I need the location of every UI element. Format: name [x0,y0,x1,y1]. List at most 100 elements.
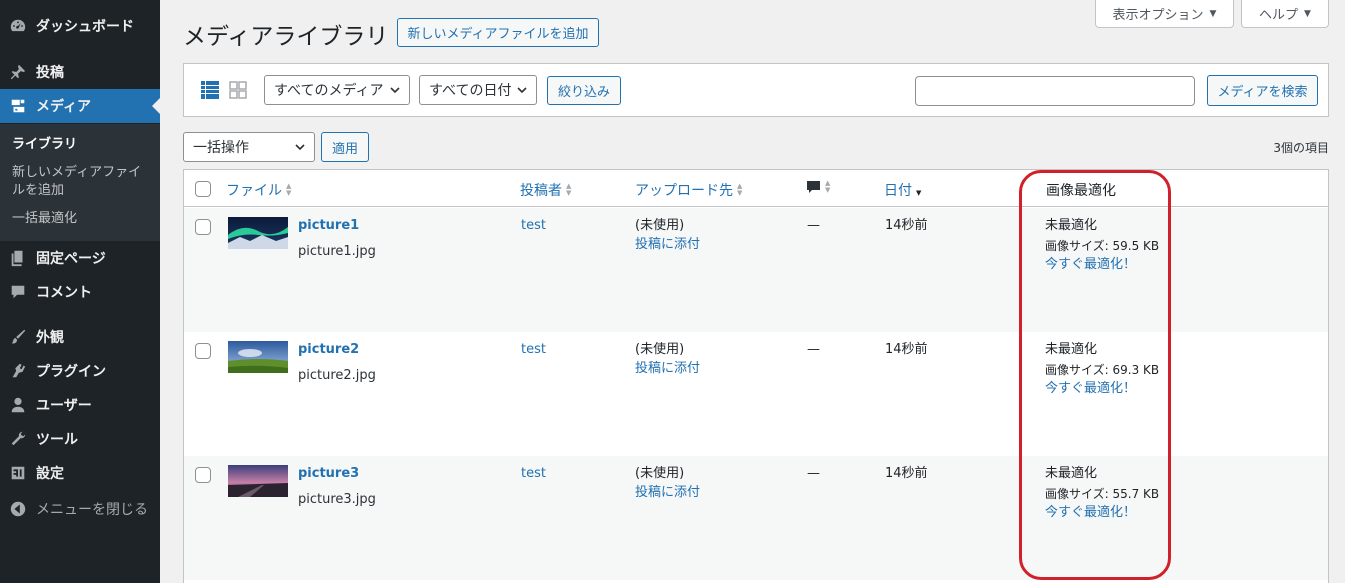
column-file[interactable]: ファイル ▲ ▼ [226,180,291,200]
sidebar-item-dashboard[interactable]: ダッシュボード [0,9,160,43]
media-title-link[interactable]: picture2 [298,340,359,360]
caret-down-icon: ▼ [1304,8,1311,19]
author-link[interactable]: test [521,340,546,360]
pushpin-icon [0,63,36,81]
column-image-optimize: 画像最適化 [1046,180,1116,200]
grid-view-icon[interactable] [229,81,247,99]
media-type-value: すべてのメディア [274,83,384,99]
media-search-input[interactable] [915,76,1195,106]
table-header: ファイル ▲ ▼ 投稿者 ▲ ▼ アップロード先 ▲ ▼ ▲ ▼ 日付 ▲ ▼ 画像最適化 [184,170,1328,207]
submenu-add-new[interactable]: 新しいメディアファイルを追加 [12,164,152,200]
author-link[interactable]: test [521,216,546,236]
author-link[interactable]: test [521,464,546,484]
thumbnail-sunset[interactable] [228,465,288,497]
row-checkbox[interactable] [195,219,211,235]
admin-sidebar: ダッシュボード 投稿 メディア ライブラリ 新しいメディアファイルを追加 一括最… [0,0,160,583]
table-row: picture2 picture2.jpg test (未使用) 投稿に添付 —… [184,332,1328,456]
help-tab[interactable]: ヘルプ ▼ [1241,0,1329,28]
search-media-button[interactable]: メディアを検索 [1207,75,1318,106]
column-file-label: ファイル [226,183,282,199]
image-size: 画像サイズ: 55.7 KB [1045,487,1160,501]
table-row: picture1 picture1.jpg test (未使用) 投稿に添付 —… [184,208,1328,332]
attach-link[interactable]: 投稿に添付 [635,483,700,503]
user-icon [0,396,36,414]
optimize-now-link[interactable]: 今すぐ最適化！ [1045,503,1136,523]
column-optimize-label: 画像最適化 [1046,183,1116,199]
column-date-label: 日付 [884,183,912,199]
media-title-link[interactable]: picture3 [298,464,359,484]
chevron-down-icon [390,87,400,94]
add-new-media-button[interactable]: 新しいメディアファイルを追加 [397,18,599,47]
comment-bubble-icon [807,181,820,193]
collapse-menu-button[interactable]: メニューを閉じる [0,492,160,526]
column-comments[interactable]: ▲ ▼ [806,180,830,194]
page-title: メディアライブラリ [183,24,389,50]
wrench-icon [0,430,36,448]
sidebar-item-posts[interactable]: 投稿 [0,55,160,89]
media-title-link[interactable]: picture1 [298,216,359,236]
list-view-icon[interactable] [201,81,219,99]
sidebar-item-media[interactable]: メディア [0,89,160,123]
submenu-bulk-optimize[interactable]: 一括最適化 [12,210,152,228]
media-icon [0,97,36,115]
comment-count: — [807,466,820,481]
sidebar-item-settings[interactable]: 設定 [0,456,160,490]
sidebar-item-tools[interactable]: ツール [0,422,160,456]
sidebar-item-label: プラグイン [36,364,106,380]
table-row: picture3 picture3.jpg test (未使用) 投稿に添付 —… [184,456,1328,580]
row-checkbox[interactable] [195,343,211,359]
sidebar-item-plugins[interactable]: プラグイン [0,354,160,388]
sort-icon: ▲ ▼ [286,182,292,197]
comment-count: — [807,342,820,357]
pages-icon [0,249,36,267]
media-filename: picture3.jpg [298,492,376,507]
thumbnail-meadow[interactable] [228,341,288,373]
dashboard-icon [0,17,36,35]
upload-date: 14秒前 [885,466,928,481]
submenu-library[interactable]: ライブラリ [12,136,152,154]
sidebar-item-appearance[interactable]: 外観 [0,320,160,354]
sort-icon: ▲ ▼ [566,182,572,197]
help-label: ヘルプ [1259,8,1299,23]
plugin-icon [0,362,36,380]
sidebar-item-label: ユーザー [36,398,92,414]
sidebar-item-pages[interactable]: 固定ページ [0,241,160,275]
upload-date: 14秒前 [885,342,928,357]
media-list-table: ファイル ▲ ▼ 投稿者 ▲ ▼ アップロード先 ▲ ▼ ▲ ▼ 日付 ▲ ▼ 画像最適化 [183,169,1329,583]
select-all-checkbox[interactable] [195,181,211,197]
sidebar-item-users[interactable]: ユーザー [0,388,160,422]
attach-link[interactable]: 投稿に添付 [635,359,700,379]
optimize-status: 未最適化 [1045,218,1098,233]
uploaded-to-status: (未使用) [635,342,685,357]
attach-link[interactable]: 投稿に添付 [635,235,700,255]
optimize-status: 未最適化 [1045,466,1098,481]
chevron-down-icon [295,144,305,151]
media-filename: picture2.jpg [298,368,376,383]
sidebar-item-comments[interactable]: コメント [0,275,160,309]
optimize-now-link[interactable]: 今すぐ最適化！ [1045,255,1136,275]
uploaded-to-status: (未使用) [635,466,685,481]
date-select[interactable]: すべての日付 [419,75,537,105]
sidebar-item-label: 設定 [36,466,64,482]
sidebar-item-label: 投稿 [36,65,64,81]
brush-icon [0,328,36,346]
upload-date: 14秒前 [885,218,928,233]
column-uploaded-to[interactable]: アップロード先 ▲ ▼ [635,180,742,200]
row-checkbox[interactable] [195,467,211,483]
sidebar-item-label: コメント [36,285,92,301]
screen-options-tab[interactable]: 表示オプション ▼ [1095,0,1234,28]
image-size: 画像サイズ: 59.5 KB [1045,239,1160,253]
thumbnail-aurora[interactable] [228,217,288,249]
apply-button[interactable]: 適用 [321,132,369,162]
column-author-label: 投稿者 [520,183,562,199]
screen-options-label: 表示オプション [1112,8,1204,23]
sidebar-item-label: メニューを閉じる [36,502,148,518]
column-author[interactable]: 投稿者 ▲ ▼ [520,180,571,200]
bulk-action-select[interactable]: 一括操作 [183,132,315,162]
media-type-select[interactable]: すべてのメディア [264,75,410,105]
optimize-now-link[interactable]: 今すぐ最適化！ [1045,379,1136,399]
media-submenu: ライブラリ 新しいメディアファイルを追加 一括最適化 [0,124,160,241]
sidebar-item-label: ダッシュボード [36,19,134,35]
filter-button[interactable]: 絞り込み [547,76,621,105]
column-date[interactable]: 日付 ▲ ▼ [884,180,921,200]
